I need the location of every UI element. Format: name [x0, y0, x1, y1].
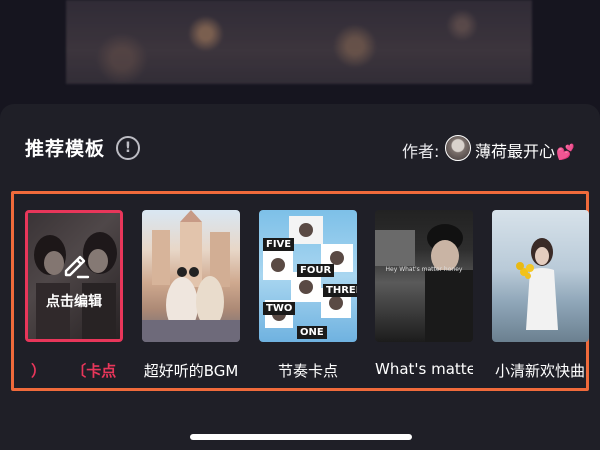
thumbnail-caption: Hey What's matter honey — [385, 266, 463, 273]
video-preview — [66, 0, 532, 84]
home-indicator[interactable] — [190, 434, 412, 440]
label-prefix: ） — [31, 362, 47, 380]
tag-one: ONE — [297, 326, 327, 339]
author-name-text: 薄荷最开心 — [475, 142, 556, 161]
tag-two: TWO — [263, 302, 296, 315]
author-avatar[interactable] — [445, 135, 471, 161]
label-prefix2: 〔 — [71, 362, 87, 380]
tag-three: THREE — [323, 284, 357, 297]
template-label-1[interactable]: 超好听的BGM — [142, 360, 240, 381]
info-icon[interactable]: ! — [116, 136, 140, 160]
pencil-icon — [64, 255, 90, 279]
panel-title: 推荐模板 — [25, 138, 106, 160]
author-label: 作者: — [402, 142, 440, 161]
template-card[interactable] — [142, 210, 240, 342]
template-card[interactable]: Hey What's matter honey — [375, 210, 473, 342]
preview-overlay — [66, 0, 532, 84]
template-label-3[interactable]: What's matte — [375, 360, 473, 378]
template-thumbnail: Hey What's matter honey — [375, 210, 473, 342]
template-label-4[interactable]: 小清新欢快曲 — [492, 360, 588, 381]
edit-overlay-text: 点击编辑 — [46, 294, 102, 310]
template-thumbnail — [492, 210, 589, 342]
girl-flowers-art — [516, 238, 558, 330]
template-thumbnail: FIVE FOUR THREE TWO ONE — [259, 210, 357, 342]
tag-four: FOUR — [297, 264, 335, 277]
heart-emoji: 💕 — [556, 143, 575, 161]
template-thumbnail — [142, 210, 240, 342]
template-card[interactable] — [492, 210, 589, 342]
tag-five: FIVE — [263, 238, 295, 251]
template-card[interactable]: FIVE FOUR THREE TWO ONE — [259, 210, 357, 342]
author-name[interactable]: 薄荷最开心💕 — [475, 138, 575, 162]
template-label-0[interactable]: ） 〔卡点 — [25, 360, 123, 381]
castle-art — [142, 210, 240, 342]
template-label-2[interactable]: 节奏卡点 — [259, 360, 357, 381]
label-text: 卡点 — [86, 362, 117, 380]
template-card-edit[interactable]: 点击编辑 — [25, 210, 123, 342]
person-art — [375, 224, 473, 342]
